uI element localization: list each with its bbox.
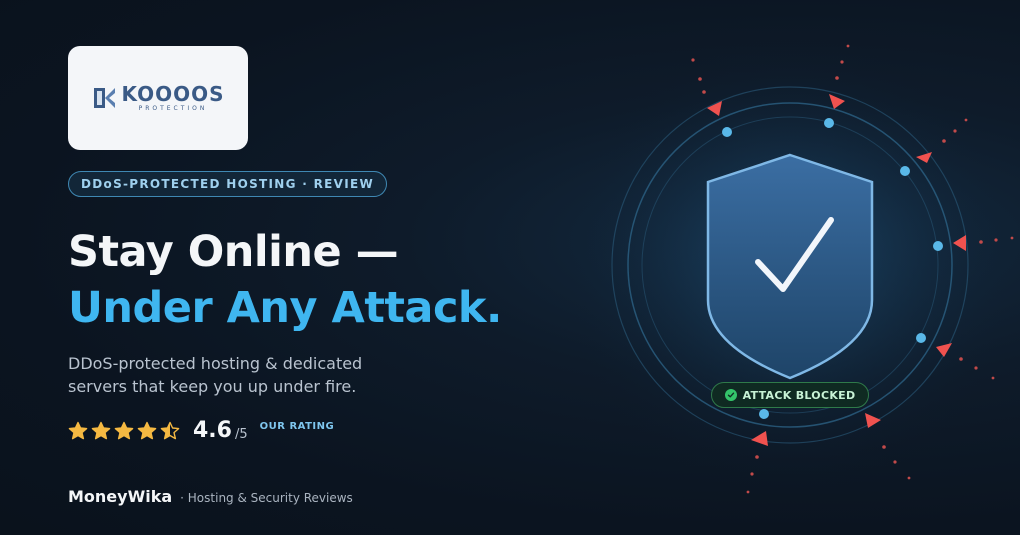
headline-line-2: Under Any Attack. <box>68 283 502 333</box>
category-tag: DDoS-PROTECTED HOSTING · REVIEW <box>68 171 388 197</box>
rating-label: OUR RATING <box>259 421 335 432</box>
rating: 4.6 /5 OUR RATING <box>68 418 334 443</box>
rating-score: 4.6 <box>193 418 232 443</box>
star-full-icon <box>114 421 134 439</box>
star-full-icon <box>91 421 111 439</box>
star-half-icon <box>160 421 180 439</box>
shield-check-icon <box>706 153 874 380</box>
headline: Stay Online — Under Any Attack. <box>68 224 502 336</box>
star-full-icon <box>137 421 157 439</box>
k-emblem-icon <box>94 88 116 108</box>
attack-blocked-badge: ATTACK BLOCKED <box>711 382 869 408</box>
footer-description: · Hosting & Security Reviews <box>180 491 353 505</box>
logo-word: KOOOOS <box>121 82 225 106</box>
subtitle: DDoS-protected hosting & dedicated serve… <box>68 354 363 396</box>
hero-banner: KOOOOS PROTECTION DDoS-PROTECTED HOSTING… <box>0 0 1020 535</box>
check-circle-icon <box>724 389 737 401</box>
star-full-icon <box>68 421 88 439</box>
badge-label: ATTACK BLOCKED <box>742 388 856 402</box>
rating-out-of: /5 <box>234 427 248 442</box>
footer: MoneyWika · Hosting & Security Reviews <box>68 487 353 506</box>
brand-logo: KOOOOS PROTECTION <box>91 84 224 112</box>
footer-brand: MoneyWika <box>68 487 173 506</box>
headline-line-1: Stay Online — <box>68 227 399 277</box>
logo-card: KOOOOS PROTECTION <box>68 46 248 150</box>
star-rating <box>68 421 180 441</box>
logo-subline: PROTECTION <box>138 105 208 112</box>
